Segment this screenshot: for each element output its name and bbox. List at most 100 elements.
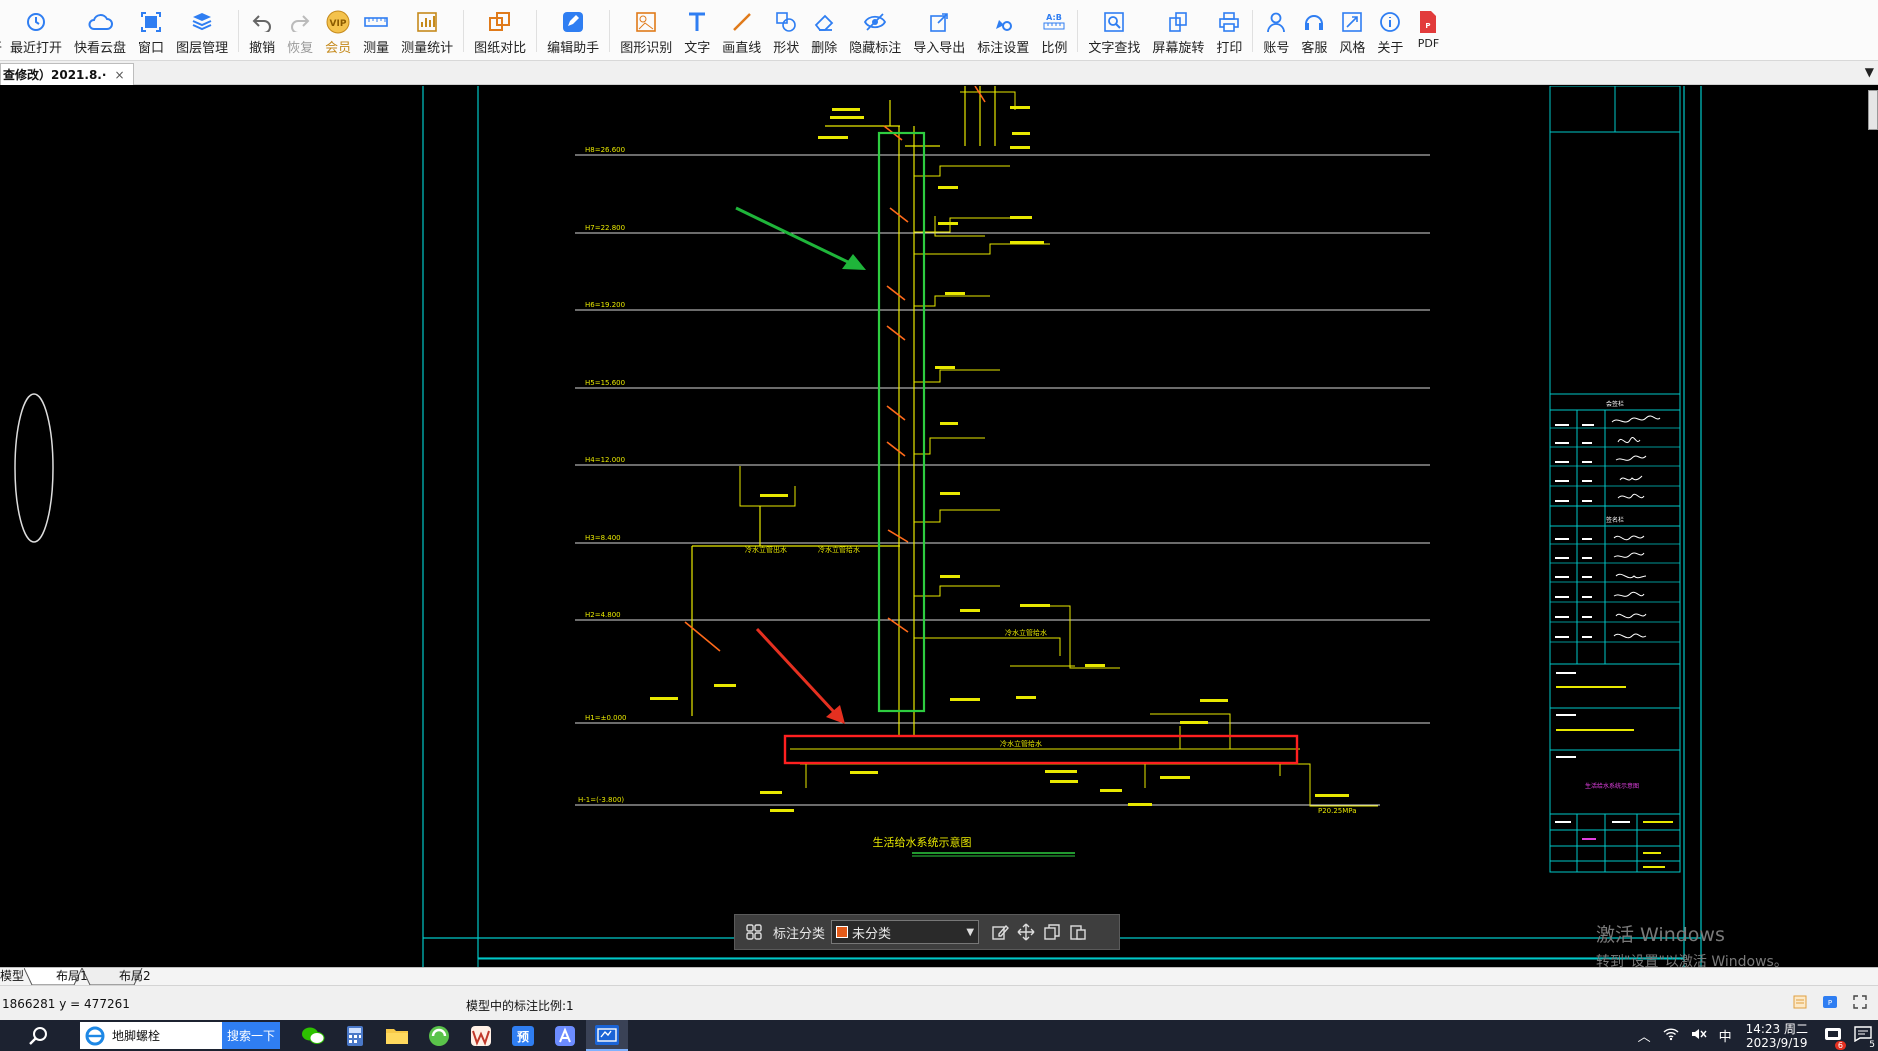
system-tray: ︿ 中 14:23 周二 2023/9/19 6 5 — [1632, 1020, 1878, 1051]
toolbar-scale-button[interactable]: A:B 比例 — [1035, 10, 1073, 58]
pipe-annotations: 冷水立管出水 冷水立管给水 冷水立管给水 冷水立管给水 P20.25MPa — [745, 545, 1357, 815]
taskbar-wechat-icon[interactable] — [292, 1020, 334, 1051]
import-export-icon — [926, 10, 952, 34]
toolbar-line-button[interactable]: 画直线 — [716, 10, 767, 58]
toolbar-separator — [1252, 10, 1254, 52]
rotate-screen-icon — [1165, 10, 1191, 34]
toolbar-redo-button[interactable]: 恢复 — [281, 10, 319, 58]
wifi-icon[interactable] — [1663, 1027, 1679, 1045]
svg-text:A:B: A:B — [1046, 13, 1062, 22]
tab-list-dropdown-icon[interactable]: ▼ — [1865, 65, 1874, 79]
toolbar-undo-button[interactable]: 撤销 — [243, 10, 281, 58]
toolbar-compare-button[interactable]: 图纸对比 — [468, 10, 532, 58]
drawing-canvas[interactable]: H8=26.600 H7=22.800 H6=19.200 H5=15.600 … — [0, 86, 1878, 967]
move-icon[interactable] — [1013, 919, 1039, 945]
annotation-category-label: 标注分类 — [773, 926, 826, 942]
close-icon[interactable]: × — [114, 68, 124, 82]
tray-badge: 6 — [1834, 1040, 1846, 1050]
compare-icon — [487, 10, 513, 34]
search-icon[interactable] — [18, 1020, 58, 1051]
toolbar-recent-button[interactable]: 最近打开 — [4, 10, 68, 58]
document-tab[interactable]: 查修改）2021.8.· × — [0, 63, 134, 85]
pressure-note: P20.25MPa — [1318, 807, 1357, 815]
fullscreen-icon[interactable] — [1852, 994, 1868, 1010]
level-label: H3=8.400 — [585, 534, 621, 542]
layout-tab-2[interactable]: 布局2 — [119, 968, 151, 986]
toolbar-text-button[interactable]: 文字 — [678, 10, 716, 58]
toolbar-edit-assistant-button[interactable]: 编辑助手 — [541, 10, 605, 58]
toolbar-annotation-settings-button[interactable]: 标注设置 — [971, 10, 1035, 58]
green-arrow — [735, 206, 866, 270]
edit-note-icon[interactable] — [987, 919, 1013, 945]
watermark-line1: 激活 Windows — [1596, 924, 1725, 946]
toolbar-hide-annotations-button[interactable]: 隐藏标注 — [843, 10, 907, 58]
grid-categories-icon[interactable] — [741, 919, 767, 945]
toolbar-print-button[interactable]: 打印 — [1210, 10, 1248, 58]
chevron-up-icon[interactable]: ︿ — [1638, 1026, 1651, 1045]
layout-settings-icon[interactable] — [1792, 994, 1808, 1010]
taskbar-search-button[interactable]: 搜索一下 — [222, 1022, 280, 1049]
eye-hide-icon — [862, 10, 888, 34]
level-label: H8=26.600 — [585, 146, 625, 154]
speaker-muted-icon[interactable] — [1691, 1027, 1707, 1045]
toolbar-window-button[interactable]: 窗口 — [132, 10, 170, 58]
copy-icon[interactable] — [1039, 919, 1065, 945]
annotation-category-select[interactable]: 未分类 ▼ — [831, 920, 980, 944]
measure-stats-icon — [414, 10, 440, 34]
notification-center-icon[interactable]: 5 — [1854, 1025, 1875, 1050]
toolbar-pdf-button[interactable]: P PDF — [1409, 10, 1447, 58]
level-label: H7=22.800 — [585, 224, 625, 232]
toolbar-import-export-button[interactable]: 导入导出 — [907, 10, 971, 58]
windows-activation-watermark: 激活 Windows 转到"设置"以激活 Windows。 — [1596, 920, 1788, 967]
pdf-view-icon[interactable]: P — [1822, 994, 1838, 1010]
toolbar-shape-button[interactable]: 形状 — [767, 10, 805, 58]
vertical-scrollbar-thumb[interactable] — [1868, 90, 1878, 130]
signature-scribbles — [1611, 415, 1661, 639]
redo-icon — [287, 10, 313, 34]
taskbar-calculator-icon[interactable] — [334, 1020, 376, 1051]
meeting-app-icon[interactable]: 6 — [1824, 1026, 1846, 1050]
chevron-down-icon: ▼ — [966, 926, 975, 938]
toolbar-about-button[interactable]: 关于 — [1371, 10, 1409, 58]
toolbar-account-button[interactable]: 账号 — [1257, 10, 1295, 58]
toolbar-separator — [238, 10, 240, 52]
pipe-label: 冷水立管出水 — [745, 545, 787, 554]
title-block-section: 会签栏 — [1606, 400, 1624, 408]
taskbar-browser-icon[interactable] — [418, 1020, 460, 1051]
taskbar-cad-viewer-icon[interactable] — [586, 1020, 628, 1051]
taskbar-wps-icon[interactable] — [460, 1020, 502, 1051]
toolbar-style-button[interactable]: 风格 — [1333, 10, 1371, 58]
ime-indicator[interactable]: 中 — [1719, 1026, 1732, 1045]
level-label: H5=15.600 — [585, 379, 625, 387]
headset-icon — [1301, 10, 1327, 34]
drawing-outer-border — [422, 86, 1702, 967]
layout-tab-1[interactable]: 布局1 — [56, 968, 88, 986]
toolbar-delete-button[interactable]: 删除 — [805, 10, 843, 58]
taskbar-app-a-icon[interactable] — [544, 1020, 586, 1051]
toolbar-rotate-screen-button[interactable]: 屏幕旋转 — [1146, 10, 1210, 58]
level-label: H2=4.800 — [585, 611, 621, 619]
undo-icon — [249, 10, 275, 34]
toolbar-measure-stats-button[interactable]: 测量统计 — [395, 10, 459, 58]
toolbar-cloud-button[interactable]: 快看云盘 — [68, 10, 132, 58]
taskbar-preview-icon[interactable]: 预 — [502, 1020, 544, 1051]
taskbar-clock[interactable]: 14:23 周二 2023/9/19 — [1746, 1022, 1808, 1050]
toolbar-separator — [536, 10, 538, 52]
status-bar: 1866281 y = 477261 模型中的标注比例:1 P — [0, 985, 1878, 1020]
toolbar-measure-button[interactable]: 测量 — [357, 10, 395, 58]
paste-icon[interactable] — [1065, 919, 1091, 945]
toolbar-support-button[interactable]: 客服 — [1295, 10, 1333, 58]
level-label: H-1=(-3.800) — [578, 796, 624, 804]
taskbar-search-box[interactable]: 地脚螺栓 搜索一下 — [80, 1022, 280, 1049]
taskbar-file-explorer-icon[interactable] — [376, 1020, 418, 1051]
toolbar-shape-recognition-button[interactable]: 图形识别 — [614, 10, 678, 58]
annotation-settings-icon — [990, 10, 1016, 34]
layers-icon — [189, 10, 215, 34]
info-icon — [1377, 10, 1403, 34]
toolbar-text-search-button[interactable]: 文字查找 — [1082, 10, 1146, 58]
layout-tab-model[interactable]: 模型 — [0, 968, 24, 986]
toolbar-layers-button[interactable]: 图层管理 — [170, 10, 234, 58]
layout-tab-shapes — [24, 968, 143, 986]
svg-text:P: P — [1426, 22, 1431, 30]
toolbar-vip-button[interactable]: VIP 会员 — [319, 10, 357, 58]
